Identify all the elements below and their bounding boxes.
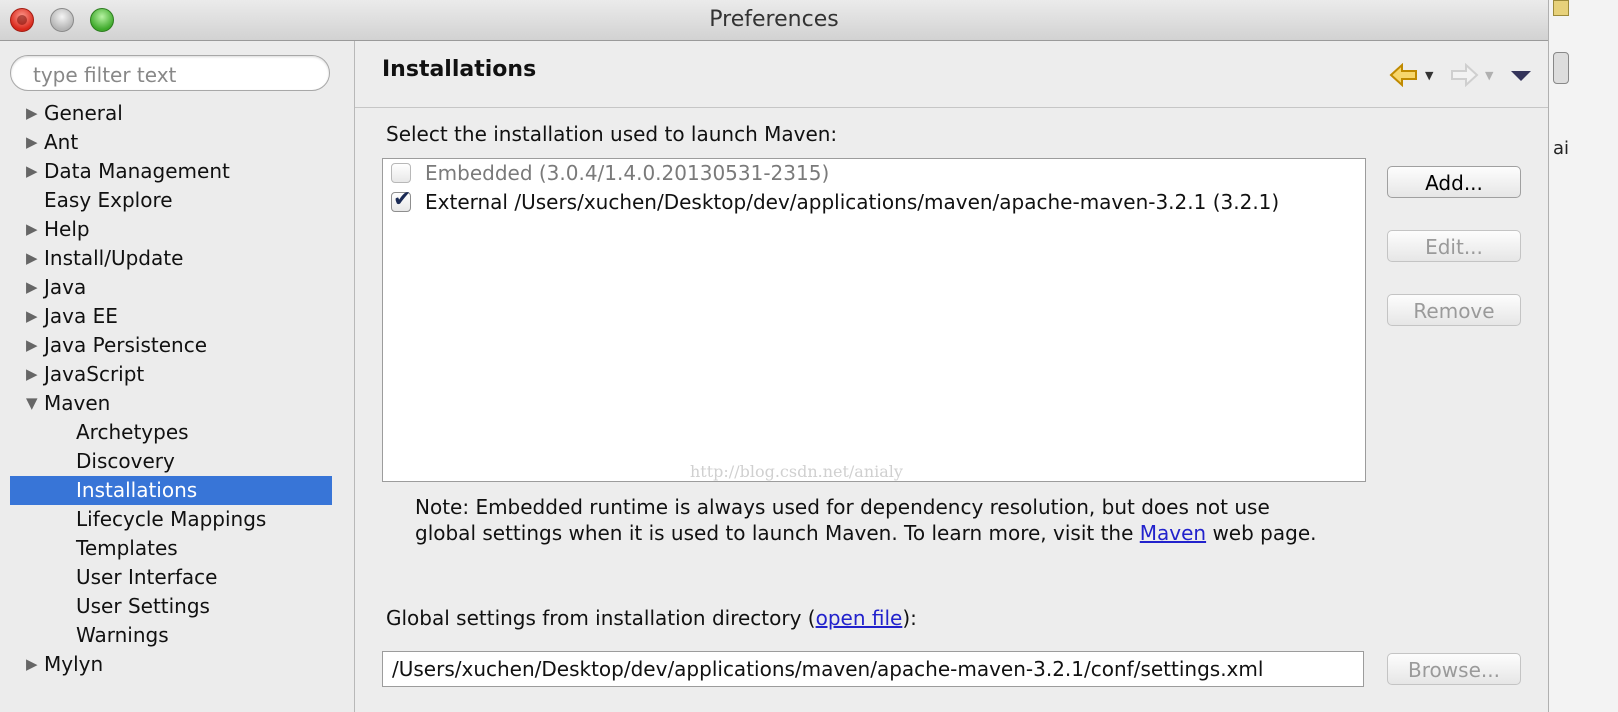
open-file-link[interactable]: open file [816,606,903,630]
add-button[interactable]: Add... [1387,166,1521,198]
filter-field[interactable] [10,55,330,91]
remove-button[interactable]: Remove [1387,294,1521,326]
sidebar-item-label: Data Management [44,159,230,183]
sidebar-item-label: General [44,101,123,125]
sidebar-item[interactable]: Lifecycle Mappings [10,505,332,534]
sidebar-item[interactable]: User Settings [10,592,332,621]
sidebar-item[interactable]: ▶ General [10,99,332,128]
sidebar-item-label: Help [44,217,90,241]
global-settings-label-pre: Global settings from installation direct… [386,606,816,630]
collapsed-triangle-icon[interactable]: ▶ [26,650,42,679]
background-window-edge: ai [1548,0,1618,712]
sidebar-item[interactable]: ▶ Data Management [10,157,332,186]
title-bar: Preferences [0,0,1568,41]
sidebar-item-label: Archetypes [76,420,189,444]
sidebar-item[interactable]: ▼ Maven [10,389,332,418]
collapsed-triangle-icon[interactable]: ▶ [26,302,42,331]
sidebar-item-label: Mylyn [44,652,104,676]
note-line-2: global settings when it is used to launc… [415,520,1375,546]
page-header: Installations ▼ ▼ [355,41,1548,108]
installations-label: Select the installation used to launch M… [386,122,838,146]
sidebar-item-label: Java Persistence [44,333,207,357]
collapsed-triangle-icon[interactable]: ▶ [26,360,42,389]
sidebar-item-label: Easy Explore [44,188,173,212]
preferences-page: Installations ▼ ▼ Select the installatio… [355,41,1548,712]
installations-list[interactable]: Embedded (3.0.4/1.4.0.20130531-2315) Ext… [382,158,1366,482]
sidebar-item[interactable]: Templates [10,534,332,563]
watermark: http://blog.csdn.net/anialy [690,462,903,481]
forward-dropdown-icon: ▼ [1485,69,1494,82]
sidebar-item[interactable]: ▶ Ant [10,128,332,157]
sidebar-item[interactable]: ▶ Help [10,215,332,244]
note-text-post: web page. [1206,521,1317,545]
sidebar-item-label: Maven [44,391,111,415]
sidebar-item[interactable]: Installations [10,476,332,505]
sidebar-item-label: Install/Update [44,246,184,270]
sidebar-item-label: Discovery [76,449,175,473]
sidebar-item[interactable]: User Interface [10,563,332,592]
note-line-1: Note: Embedded runtime is always used fo… [415,495,1270,519]
sidebar-item-label: Warnings [76,623,169,647]
edge-text: ai [1553,138,1570,159]
sidebar-item[interactable]: Warnings [10,621,332,650]
browse-button[interactable]: Browse... [1387,653,1521,685]
global-settings-label-post: ): [902,606,917,630]
sidebar-item[interactable]: Easy Explore [10,186,332,215]
collapsed-triangle-icon[interactable]: ▶ [26,244,42,273]
sidebar-item[interactable]: ▶ Install/Update [10,244,332,273]
collapsed-triangle-icon[interactable]: ▶ [26,273,42,302]
back-arrow-icon[interactable] [1389,63,1419,87]
preferences-tree: ▶ General ▶ Ant ▶ Data Management Easy Explore… [10,99,332,679]
window-title: Preferences [709,7,839,32]
sidebar-item[interactable]: ▶ Mylyn [10,650,332,679]
global-settings-label: Global settings from installation direct… [386,606,917,630]
sidebar-item-label: Java [44,275,87,299]
sidebar-item[interactable]: ▶ Java EE [10,302,332,331]
view-menu-icon[interactable] [1511,71,1531,81]
collapsed-triangle-icon[interactable]: ▶ [26,215,42,244]
collapsed-triangle-icon[interactable]: ▶ [26,99,42,128]
collapsed-triangle-icon[interactable]: ▶ [26,331,42,360]
sidebar-item[interactable]: ▶ Java Persistence [10,331,332,360]
preferences-sidebar: ▶General▶Ant▶Data ManagementEasy Explore… [0,41,355,712]
collapsed-triangle-icon[interactable]: ▶ [26,157,42,186]
filter-input[interactable] [31,62,325,88]
maven-link[interactable]: Maven [1140,521,1206,545]
note-text: Note: Embedded runtime is always used fo… [415,494,1375,546]
sidebar-item-label: Templates [76,536,178,560]
sidebar-item[interactable]: ▶ Java [10,273,332,302]
sidebar-item[interactable]: ▶ JavaScript [10,360,332,389]
sidebar-item-label: Installations [76,478,198,502]
embedded-checkbox[interactable] [391,163,411,183]
global-settings-path-input[interactable] [390,656,1354,682]
sidebar-item-label: User Settings [76,594,210,618]
expanded-triangle-icon[interactable]: ▼ [26,389,42,418]
pin-icon [1553,0,1569,16]
collapsed-triangle-icon[interactable]: ▶ [26,128,42,157]
sidebar-item-label: User Interface [76,565,218,589]
list-item-label: Embedded (3.0.4/1.4.0.20130531-2315) [425,161,830,185]
back-dropdown-icon[interactable]: ▼ [1425,69,1433,82]
forward-arrow-icon [1451,63,1479,87]
list-item-label: External /Users/xuchen/Desktop/dev/appli… [425,190,1280,214]
sidebar-item[interactable]: Archetypes [10,418,332,447]
note-text-pre: global settings when it is used to launc… [415,521,1140,545]
global-settings-path-field[interactable] [382,651,1364,687]
sidebar-item[interactable]: Discovery [10,447,332,476]
sidebar-item-label: JavaScript [44,362,145,386]
external-checkbox[interactable] [391,186,411,214]
sidebar-item-label: Java EE [44,304,118,328]
scrollbar-icon [1553,52,1569,84]
page-title: Installations [382,57,537,82]
sidebar-item-label: Ant [44,130,79,154]
sidebar-item-label: Lifecycle Mappings [76,507,267,531]
edit-button[interactable]: Edit... [1387,230,1521,262]
